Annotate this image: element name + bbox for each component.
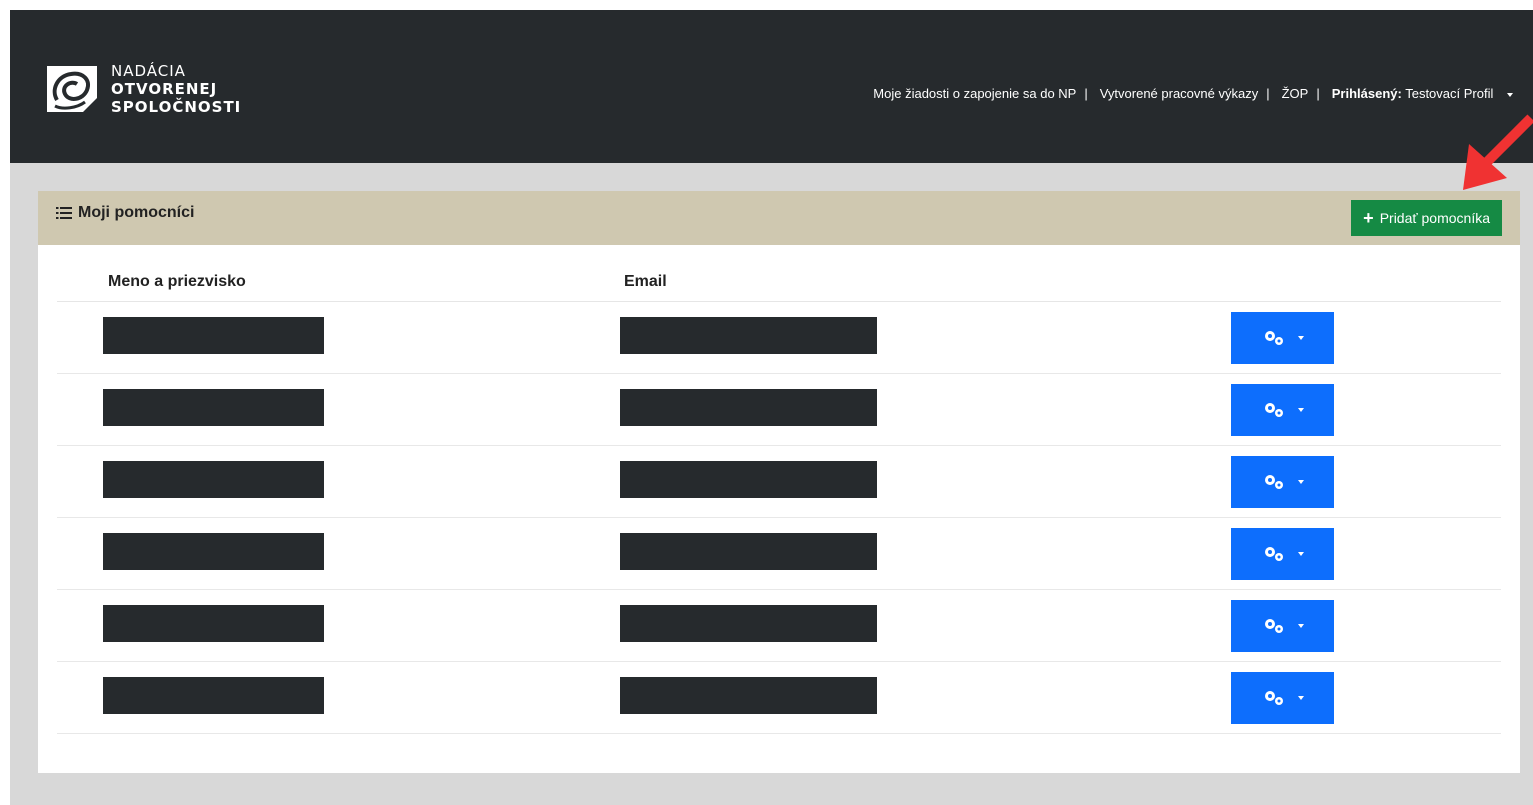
column-header-name: Meno a priezvisko <box>108 273 246 290</box>
brand-name: NADÁCIA OTVORENEJ SPOLOČNOSTI <box>111 62 241 116</box>
row-actions-button[interactable] <box>1231 384 1334 436</box>
redacted-email-cell <box>620 389 877 426</box>
gears-icon <box>1264 547 1283 561</box>
gears-icon <box>1264 475 1283 489</box>
redacted-name-cell <box>103 317 324 354</box>
panel-title: Moji pomocníci <box>56 204 194 222</box>
foundation-logo-icon <box>47 66 97 112</box>
nav-separator: | <box>1266 86 1270 101</box>
brand-line-2: OTVORENEJ <box>111 80 218 98</box>
table-body <box>57 302 1501 734</box>
helpers-table: Meno a priezvisko Email <box>57 263 1501 734</box>
redacted-email-cell <box>620 461 877 498</box>
table-row <box>57 518 1501 590</box>
chevron-down-icon <box>1297 480 1304 484</box>
panel-header: Moji pomocníci + Pridať pomocníka <box>38 191 1520 245</box>
chevron-down-icon <box>1297 624 1304 628</box>
helpers-panel: Moji pomocníci + Pridať pomocníka Meno a… <box>38 191 1520 773</box>
row-actions-button[interactable] <box>1231 672 1334 724</box>
nav-separator: | <box>1316 86 1320 101</box>
redacted-name-cell <box>103 533 324 570</box>
table-row <box>57 446 1501 518</box>
row-actions-button[interactable] <box>1231 312 1334 364</box>
user-prefix: Prihlásený: <box>1331 86 1402 101</box>
column-header-email: Email <box>624 273 667 290</box>
add-helper-label: Pridať pomocníka <box>1379 210 1490 226</box>
list-icon <box>56 207 72 219</box>
brand-logo[interactable]: NADÁCIA OTVORENEJ SPOLOČNOSTI <box>43 62 241 116</box>
gears-icon <box>1264 619 1283 633</box>
redacted-name-cell <box>103 605 324 642</box>
gears-icon <box>1264 403 1283 417</box>
nav-separator: | <box>1084 86 1088 101</box>
gears-icon <box>1264 331 1283 345</box>
redacted-name-cell <box>103 677 324 714</box>
row-actions-button[interactable] <box>1231 528 1334 580</box>
table-row <box>57 374 1501 446</box>
row-actions-button[interactable] <box>1231 600 1334 652</box>
user-name: Testovací Profil <box>1405 86 1494 101</box>
panel-title-text: Moji pomocníci <box>78 204 195 221</box>
annotation-arrow-icon <box>1463 114 1533 190</box>
chevron-down-icon <box>1297 696 1304 700</box>
chevron-down-icon <box>1507 92 1513 97</box>
redacted-email-cell <box>620 677 877 714</box>
chevron-down-icon <box>1297 552 1304 556</box>
nav-link-applications[interactable]: Moje žiadosti o zapojenie sa do NP <box>873 86 1076 101</box>
table-row <box>57 302 1501 374</box>
redacted-name-cell <box>103 389 324 426</box>
brand-line-1: NADÁCIA <box>111 62 186 80</box>
redacted-name-cell <box>103 461 324 498</box>
main-nav: Moje žiadosti o zapojenie sa do NP | Vyt… <box>873 86 1513 101</box>
chevron-down-icon <box>1297 408 1304 412</box>
gears-icon <box>1264 691 1283 705</box>
user-menu-dropdown[interactable]: Prihlásený: Testovací Profil <box>1332 86 1513 101</box>
redacted-email-cell <box>620 605 877 642</box>
add-helper-button[interactable]: + Pridať pomocníka <box>1351 200 1502 236</box>
brand-line-3: SPOLOČNOSTI <box>111 98 242 116</box>
nav-link-work-reports[interactable]: Vytvorené pracovné výkazy <box>1100 86 1258 101</box>
table-header-row: Meno a priezvisko Email <box>57 263 1501 302</box>
chevron-down-icon <box>1297 336 1304 340</box>
top-navbar: NADÁCIA OTVORENEJ SPOLOČNOSTI Moje žiado… <box>10 10 1533 163</box>
plus-icon: + <box>1363 208 1374 228</box>
redacted-email-cell <box>620 533 877 570</box>
row-actions-button[interactable] <box>1231 456 1334 508</box>
redacted-email-cell <box>620 317 877 354</box>
nav-link-zop[interactable]: ŽOP <box>1282 86 1309 101</box>
table-row <box>57 662 1501 734</box>
table-row <box>57 590 1501 662</box>
